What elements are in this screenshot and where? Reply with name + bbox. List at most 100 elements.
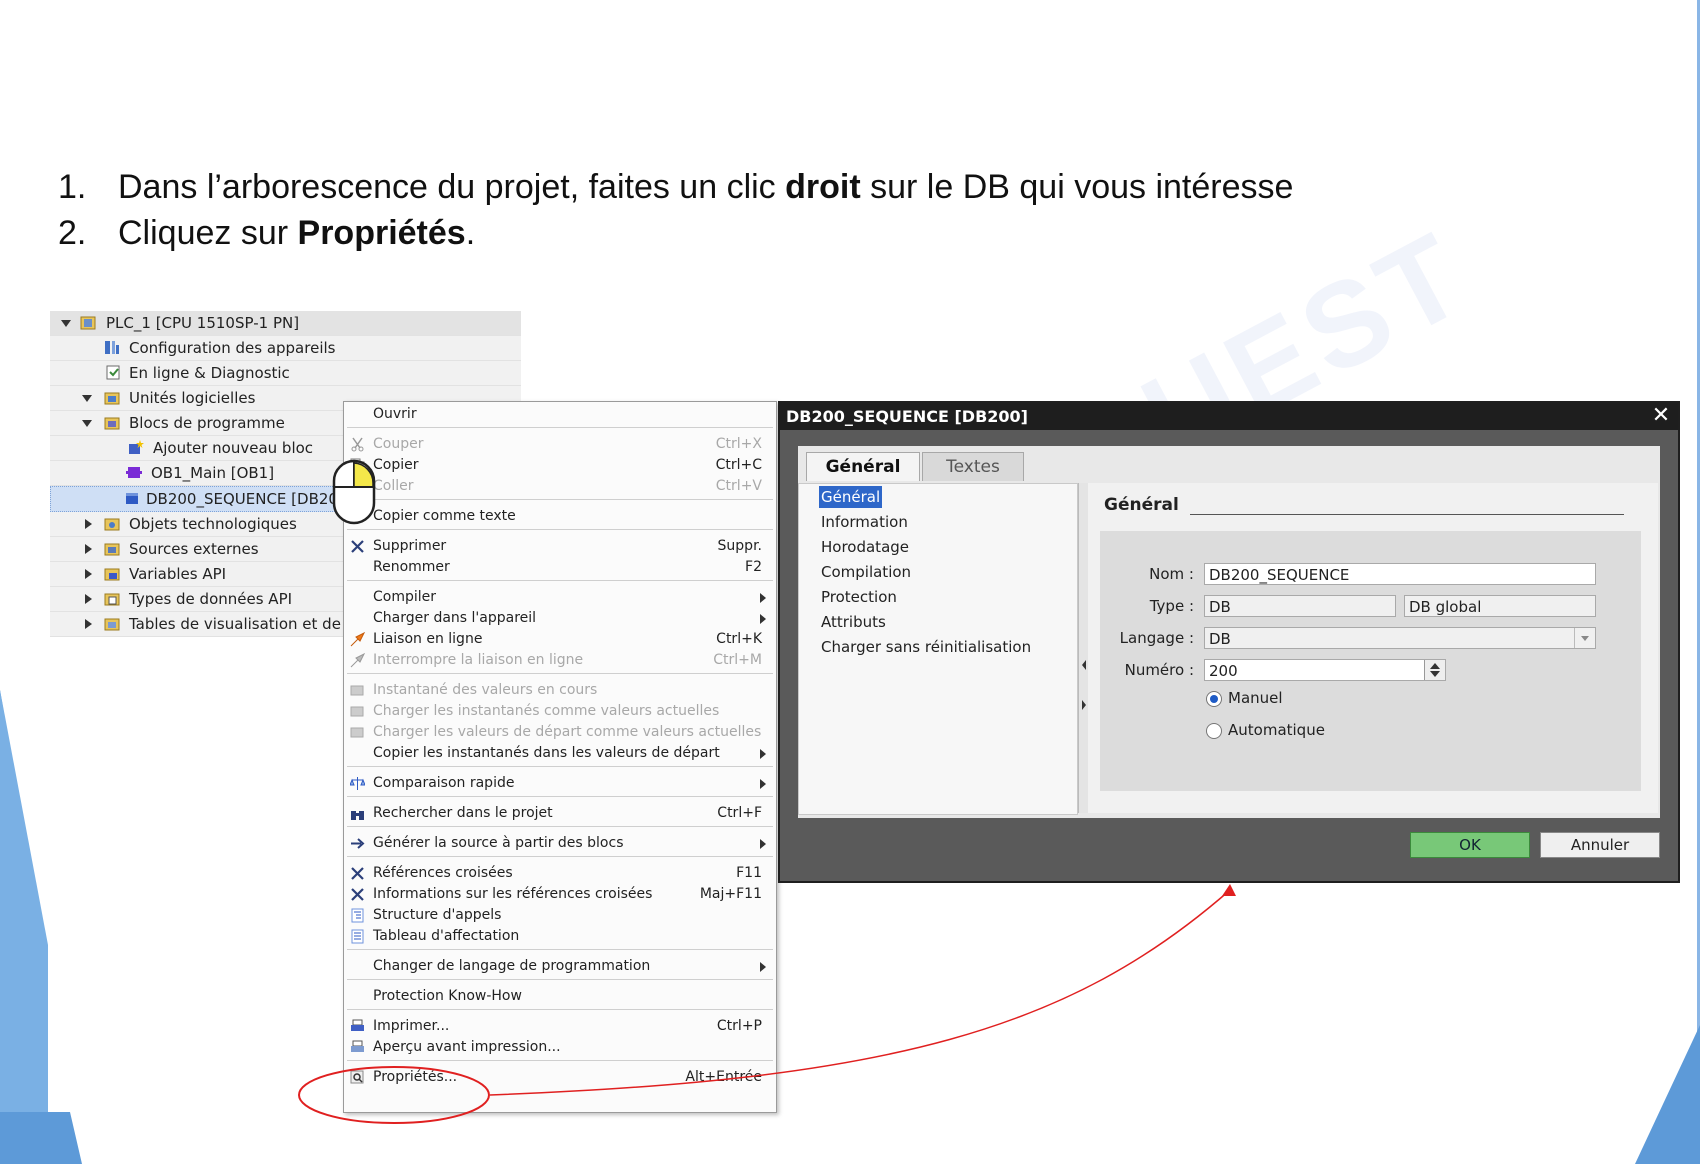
expand-right-icon[interactable]: [85, 519, 92, 529]
menu-separator: [347, 580, 773, 581]
scissors-icon: [351, 437, 364, 452]
step-1-text-a: Dans l’arborescence du projet, faites un…: [118, 168, 786, 206]
menu-item-label: Coller: [373, 478, 414, 494]
expand-down-icon[interactable]: [61, 320, 71, 327]
splitter-arrows-icon[interactable]: [1080, 658, 1087, 718]
step-1-bold: droit: [785, 168, 861, 206]
close-icon[interactable]: ✕: [1650, 405, 1672, 427]
step-2-bold: Propriétés: [297, 214, 466, 252]
chevron-down-icon[interactable]: [1574, 628, 1595, 648]
menu-item-generate-source[interactable]: Générer la source à partir des blocs: [344, 833, 776, 854]
nav-item-protection[interactable]: Protection: [821, 586, 897, 608]
nom-label: Nom :: [1149, 565, 1194, 583]
menu-item-shortcut: Suppr.: [717, 538, 762, 554]
menu-item-open[interactable]: Ouvrir: [344, 404, 776, 425]
menu-item-load-start-values[interactable]: Charger les valeurs de départ comme vale…: [344, 722, 776, 743]
expand-right-icon[interactable]: [85, 619, 92, 629]
step-2: 2. Cliquez sur Propriétés.: [58, 214, 1293, 260]
menu-item-find-in-project[interactable]: Rechercher dans le projet Ctrl+F: [344, 803, 776, 824]
menu-item-shortcut: Ctrl+X: [715, 436, 762, 452]
menu-item-go-online[interactable]: Liaison en ligne Ctrl+K: [344, 629, 776, 650]
plc-datatypes-icon: [104, 593, 120, 606]
instructions: 1. Dans l’arborescence du projet, faites…: [58, 168, 1293, 260]
menu-item-label: Générer la source à partir des blocs: [373, 835, 624, 851]
nav-item-attributes[interactable]: Attributs: [821, 611, 886, 633]
dialog-title: DB200_SEQUENCE [DB200]: [786, 407, 1028, 426]
langage-select[interactable]: DB: [1204, 627, 1596, 649]
menu-item-snapshot[interactable]: Instantané des valeurs en cours: [344, 680, 776, 701]
menu-item-label: Interrompre la liaison en ligne: [373, 652, 584, 668]
delete-x-icon: [351, 540, 364, 553]
expand-down-icon[interactable]: [82, 395, 92, 402]
nav-item-download-without-reinit[interactable]: Charger sans réinitialisation: [821, 636, 1031, 658]
radio-manuel[interactable]: [1206, 691, 1222, 707]
expand-right-icon[interactable]: [85, 544, 92, 554]
radio-automatique-label: Automatique: [1228, 721, 1325, 739]
snapshot-icon: [350, 685, 364, 696]
dialog-title-bar: DB200_SEQUENCE [DB200] ✕: [780, 403, 1678, 430]
expand-right-icon[interactable]: [85, 569, 92, 579]
menu-item-download-to-device[interactable]: Charger dans l'appareil: [344, 608, 776, 629]
step-1-text-b: sur le DB qui vous intéresse: [860, 168, 1294, 206]
tree-item-label: Ajouter nouveau bloc: [153, 439, 314, 457]
tree-item-label: Variables API: [129, 565, 227, 583]
numero-value: 200: [1209, 662, 1238, 680]
nav-item-information[interactable]: Information: [821, 511, 908, 533]
type-description-field: DB global: [1404, 595, 1596, 617]
radio-manuel-label: Manuel: [1228, 689, 1283, 707]
menu-item-shortcut: Ctrl+F: [717, 805, 762, 821]
menu-item-quick-compare[interactable]: Comparaison rapide: [344, 773, 776, 794]
menu-item-rename[interactable]: Renommer F2: [344, 557, 776, 578]
nav-item-compilation[interactable]: Compilation: [821, 561, 911, 583]
tree-item-plc[interactable]: PLC_1 [CPU 1510SP-1 PN]: [50, 311, 521, 336]
cancel-button[interactable]: Annuler: [1540, 832, 1660, 858]
compare-scale-icon: [350, 777, 365, 790]
submenu-arrow-icon: [760, 779, 766, 789]
menu-item-label: Charger les valeurs de départ comme vale…: [373, 724, 762, 740]
menu-item-copy[interactable]: Copier Ctrl+C: [344, 455, 776, 476]
expand-right-icon[interactable]: [85, 594, 92, 604]
nav-item-timestamps[interactable]: Horodatage: [821, 536, 909, 558]
tree-item-device-config[interactable]: Configuration des appareils: [50, 336, 521, 361]
menu-item-label: Copier: [373, 457, 419, 473]
menu-item-copy-snapshots[interactable]: Copier les instantanés dans les valeurs …: [344, 743, 776, 764]
tree-item-label: Unités logicielles: [129, 389, 256, 407]
tab-general[interactable]: Général: [806, 452, 920, 481]
spinner-arrows-icon[interactable]: [1424, 660, 1445, 680]
software-units-icon: [104, 392, 120, 405]
menu-item-go-offline[interactable]: Interrompre la liaison en ligne Ctrl+M: [344, 650, 776, 671]
menu-item-label: Copier comme texte: [373, 508, 516, 524]
menu-separator: [347, 427, 773, 428]
numero-label: Numéro :: [1124, 661, 1194, 679]
nav-item-general[interactable]: Général: [819, 486, 883, 508]
online-diagnostic-icon: [106, 365, 120, 380]
step-1-text: Dans l’arborescence du projet, faites un…: [118, 168, 1293, 214]
menu-item-shortcut: Ctrl+K: [716, 631, 762, 647]
go-offline-icon: [350, 653, 365, 668]
tree-item-label: Objets technologiques: [129, 515, 297, 533]
nom-field[interactable]: DB200_SEQUENCE: [1204, 563, 1596, 585]
menu-item-label: Copier les instantanés dans les valeurs …: [373, 745, 720, 761]
menu-item-copy-as-text[interactable]: Copier comme texte: [344, 506, 776, 527]
menu-item-load-snapshots[interactable]: Charger les instantanés comme valeurs ac…: [344, 701, 776, 722]
general-content: Général Nom : DB200_SEQUENCE Type : DB D…: [1088, 483, 1658, 813]
menu-item-cut[interactable]: Couper Ctrl+X: [344, 434, 776, 455]
submenu-arrow-icon: [760, 593, 766, 603]
tree-item-online-diagnostic[interactable]: En ligne & Diagnostic: [50, 361, 521, 386]
submenu-arrow-icon: [760, 839, 766, 849]
expand-down-icon[interactable]: [82, 420, 92, 427]
tab-texts[interactable]: Textes: [922, 452, 1024, 481]
menu-item-compile[interactable]: Compiler: [344, 587, 776, 608]
external-sources-icon: [104, 543, 120, 556]
menu-separator: [347, 856, 773, 857]
step-2-text-b: .: [465, 214, 476, 252]
numero-stepper[interactable]: 200: [1204, 659, 1446, 681]
menu-separator: [347, 766, 773, 767]
menu-item-paste[interactable]: Coller Ctrl+V: [344, 476, 776, 497]
radio-automatique[interactable]: [1206, 723, 1222, 739]
load-snapshot-icon: [350, 706, 364, 717]
ok-button[interactable]: OK: [1410, 832, 1530, 858]
properties-dialog: DB200_SEQUENCE [DB200] ✕ Général Textes …: [778, 401, 1680, 883]
menu-item-delete[interactable]: Supprimer Suppr.: [344, 536, 776, 557]
binoculars-icon: [351, 811, 364, 820]
